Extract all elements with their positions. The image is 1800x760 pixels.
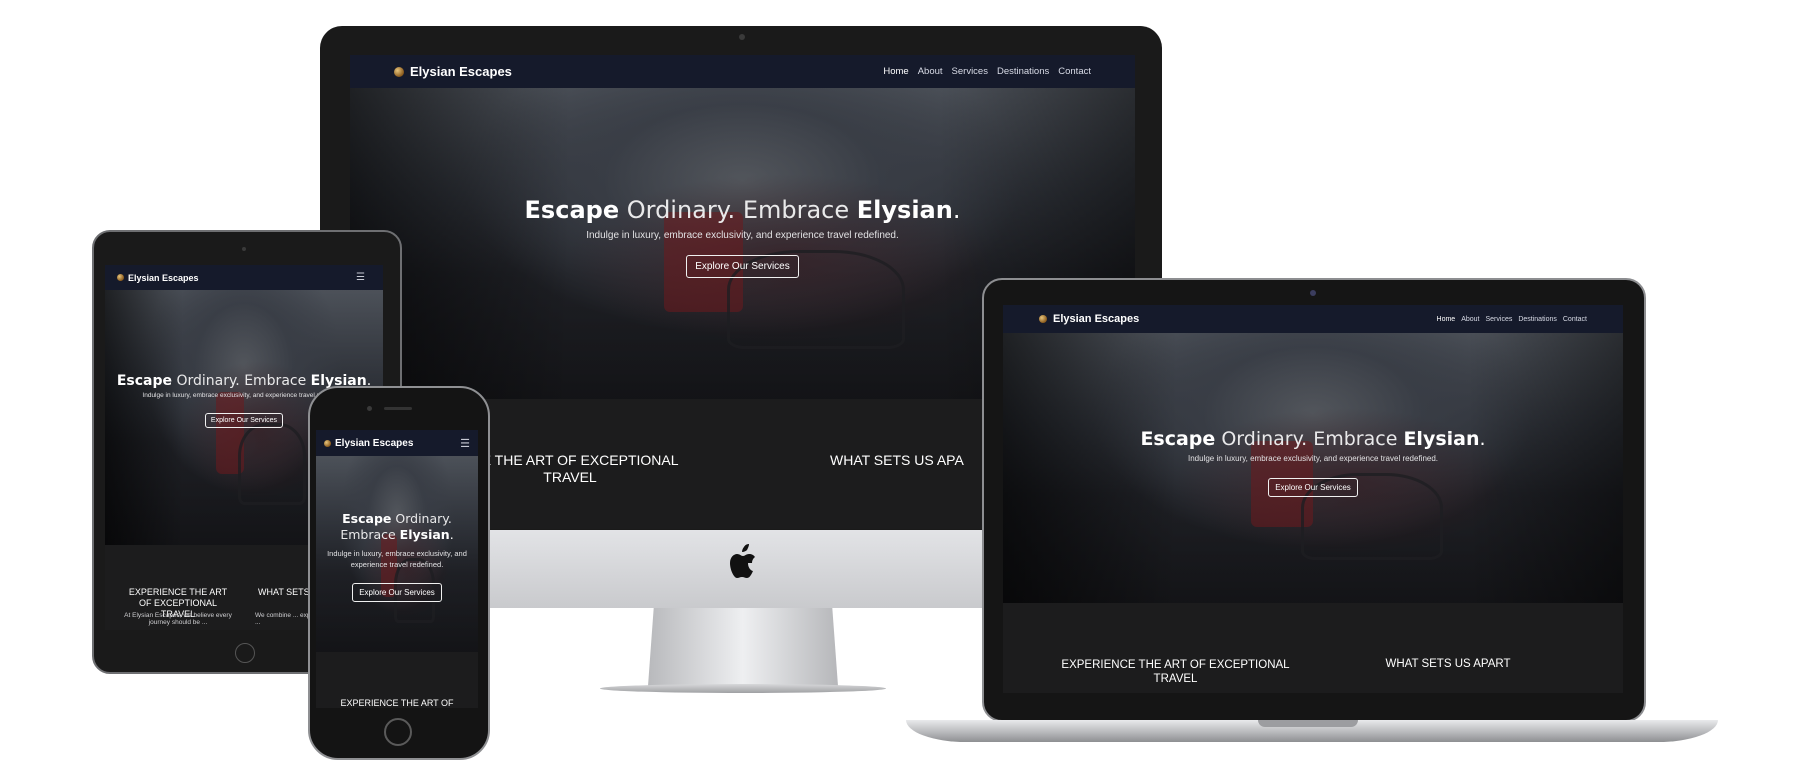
nav-links: Home About Services Destinations Contact [883, 66, 1091, 77]
hero-title: Escape Ordinary. Embrace Elysian. [1140, 428, 1486, 450]
brand-logo-icon [324, 439, 331, 447]
nav-contact[interactable]: Contact [1058, 66, 1091, 77]
about-section: Experience the Art of Exceptional Travel… [1003, 603, 1623, 693]
brand-logo-icon [117, 274, 124, 281]
nav-services[interactable]: Services [1486, 316, 1513, 323]
macbook-screen: Elysian Escapes Home About Services Dest… [1003, 305, 1623, 693]
brand-name: Elysian Escapes [128, 272, 199, 283]
brand[interactable]: Elysian Escapes [1039, 313, 1139, 325]
imac-navbar: Elysian Escapes Home About Services Dest… [350, 55, 1135, 88]
hero-content: Escape Ordinary. Embrace Elysian. Indulg… [1003, 428, 1623, 497]
hero-content: Escape Ordinary. Embrace Elysian. Indulg… [350, 196, 1135, 278]
apple-logo-icon [730, 544, 755, 578]
brand[interactable]: Elysian Escapes [324, 438, 413, 449]
macbook-notch [1258, 720, 1358, 727]
section-left-heading: EXPERIENCE THE ART OF [340, 698, 454, 708]
iphone-screen: Elysian Escapes ☰ Escape Ordinary. Embrac… [316, 430, 478, 708]
nav-about[interactable]: About [918, 66, 943, 77]
menu-icon[interactable]: ☰ [460, 437, 470, 450]
iphone-camera [367, 406, 372, 411]
nav-about[interactable]: About [1461, 316, 1479, 323]
macbook-navbar: Elysian Escapes Home About Services Dest… [1003, 305, 1623, 333]
nav-destinations[interactable]: Destinations [997, 66, 1049, 77]
ipad-navbar: Elysian Escapes ☰ [105, 265, 383, 290]
nav-home[interactable]: Home [1437, 316, 1456, 323]
imac-camera [739, 34, 745, 40]
explore-services-button[interactable]: Explore Our Services [1268, 478, 1358, 497]
nav-links: Home About Services Destinations Contact [1437, 316, 1587, 323]
section-left-heading: Experience the Art of Exceptional Travel [1061, 659, 1290, 685]
menu-icon[interactable]: ☰ [356, 272, 365, 283]
section-left-text: At Elysian Escapes, we believe every jou… [124, 612, 232, 626]
hero: Escape Ordinary. Embrace Elysian. Indulge… [316, 456, 478, 652]
ipad-home-button [235, 643, 255, 663]
imac-stand [648, 608, 838, 686]
iphone-speaker [384, 407, 412, 410]
nav-home[interactable]: Home [883, 66, 908, 77]
macbook-camera [1310, 290, 1316, 296]
nav-destinations[interactable]: Destinations [1518, 316, 1557, 323]
nav-services[interactable]: Services [952, 66, 988, 77]
hero-subtitle: Indulge in luxury, embrace exclusivity, … [1187, 454, 1439, 463]
imac-foot [600, 684, 886, 693]
brand-name: Elysian Escapes [410, 64, 512, 79]
brand[interactable]: Elysian Escapes [117, 273, 199, 283]
iphone-navbar: Elysian Escapes ☰ [316, 430, 478, 456]
hero: Escape Ordinary. Embrace Elysian. Indulg… [1003, 333, 1623, 603]
iphone-home-button [384, 718, 412, 746]
hero-title: Escape Ordinary. Embrace Elysian. [524, 196, 961, 224]
explore-services-button[interactable]: Explore Our Services [352, 583, 442, 602]
explore-services-button[interactable]: Explore Our Services [686, 255, 799, 278]
brand-logo-icon [1039, 315, 1047, 323]
explore-services-button[interactable]: Explore Our Services [204, 413, 284, 428]
nav-contact[interactable]: Contact [1563, 316, 1587, 323]
brand[interactable]: Elysian Escapes [394, 64, 512, 79]
hero-content: Escape Ordinary. Embrace Elysian. Indulge… [316, 511, 478, 602]
section-right-heading: What Sets Us Apart [1385, 658, 1511, 670]
brand-name: Elysian Escapes [1053, 313, 1140, 325]
brand-logo-icon [394, 66, 404, 77]
brand-name: Elysian Escapes [335, 437, 414, 449]
hero-title: Escape Ordinary. Embrace Elysian. [340, 511, 454, 542]
hero-subtitle: Indulge in luxury, embrace exclusivity, … [327, 549, 467, 569]
hero-subtitle: Indulge in luxury, embrace exclusivity, … [586, 230, 899, 241]
ipad-camera [242, 247, 246, 251]
about-section: EXPERIENCE THE ART OF [316, 652, 478, 708]
